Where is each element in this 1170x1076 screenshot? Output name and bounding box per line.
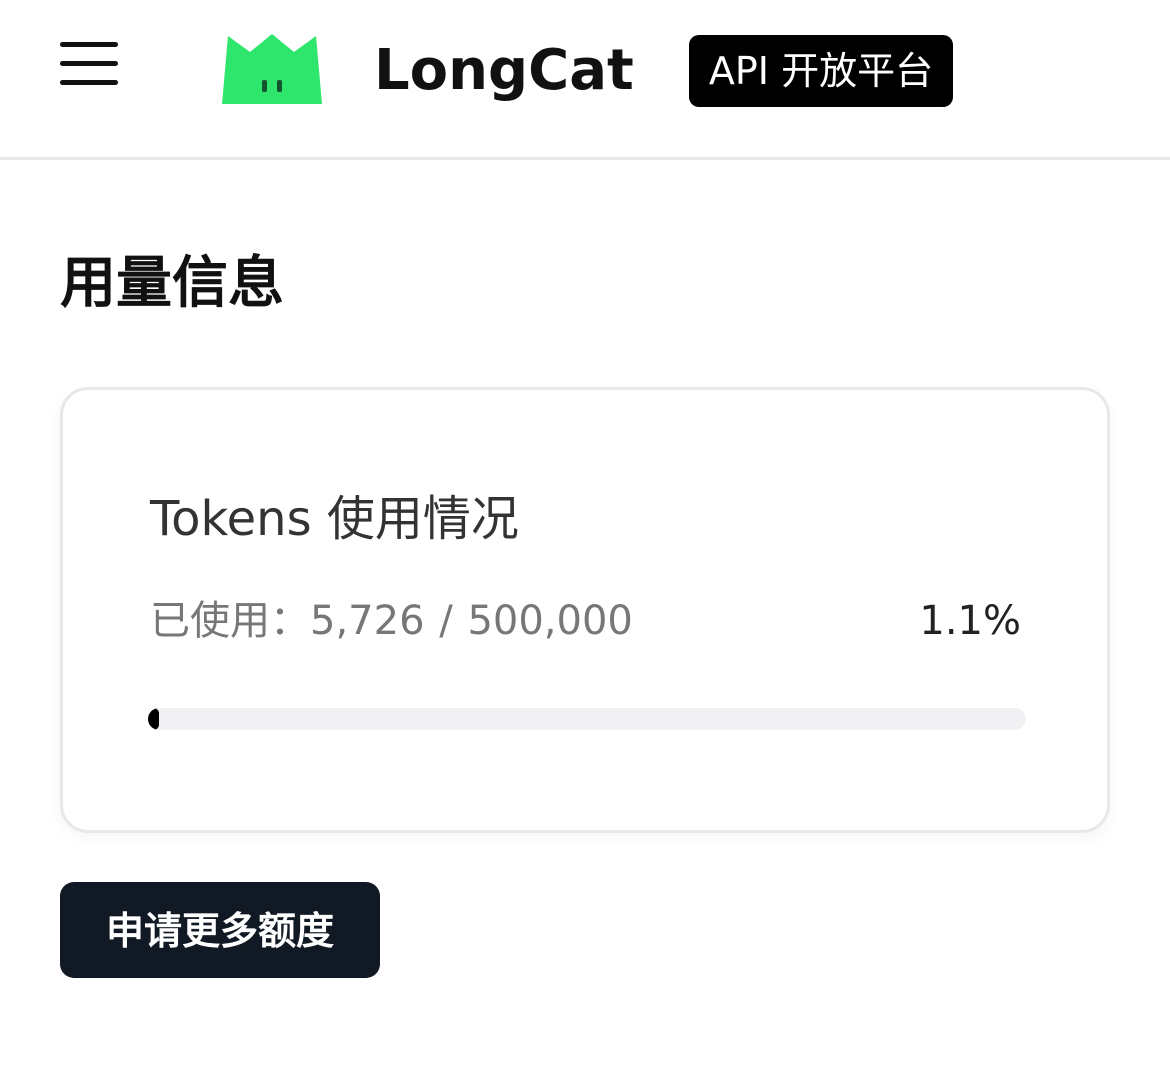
used-value: 5,726	[310, 598, 425, 644]
hamburger-menu-icon[interactable]	[60, 42, 118, 88]
usage-percent: 1.1%	[919, 598, 1021, 644]
total-value: 500,000	[467, 598, 633, 644]
used-label: 已使用：	[150, 598, 310, 644]
usage-progress-bar	[148, 708, 1026, 730]
usage-progress-fill	[148, 708, 159, 730]
menu-line	[60, 42, 118, 47]
menu-line	[60, 61, 118, 66]
api-platform-badge: API 开放平台	[689, 35, 953, 107]
longcat-logo-icon[interactable]	[218, 30, 326, 108]
menu-line	[60, 80, 118, 85]
usage-text: 已使用：5,726 / 500,000	[150, 593, 633, 649]
usage-separator: /	[439, 598, 453, 644]
top-header: LongCat API 开放平台	[0, 0, 1170, 160]
card-title: Tokens 使用情况	[150, 491, 519, 547]
brand-name: LongCat	[374, 38, 634, 103]
request-more-quota-button[interactable]: 申请更多额度	[60, 882, 380, 978]
page-title: 用量信息	[60, 251, 284, 316]
token-usage-card: Tokens 使用情况 已使用：5,726 / 500,000 1.1%	[60, 387, 1110, 833]
